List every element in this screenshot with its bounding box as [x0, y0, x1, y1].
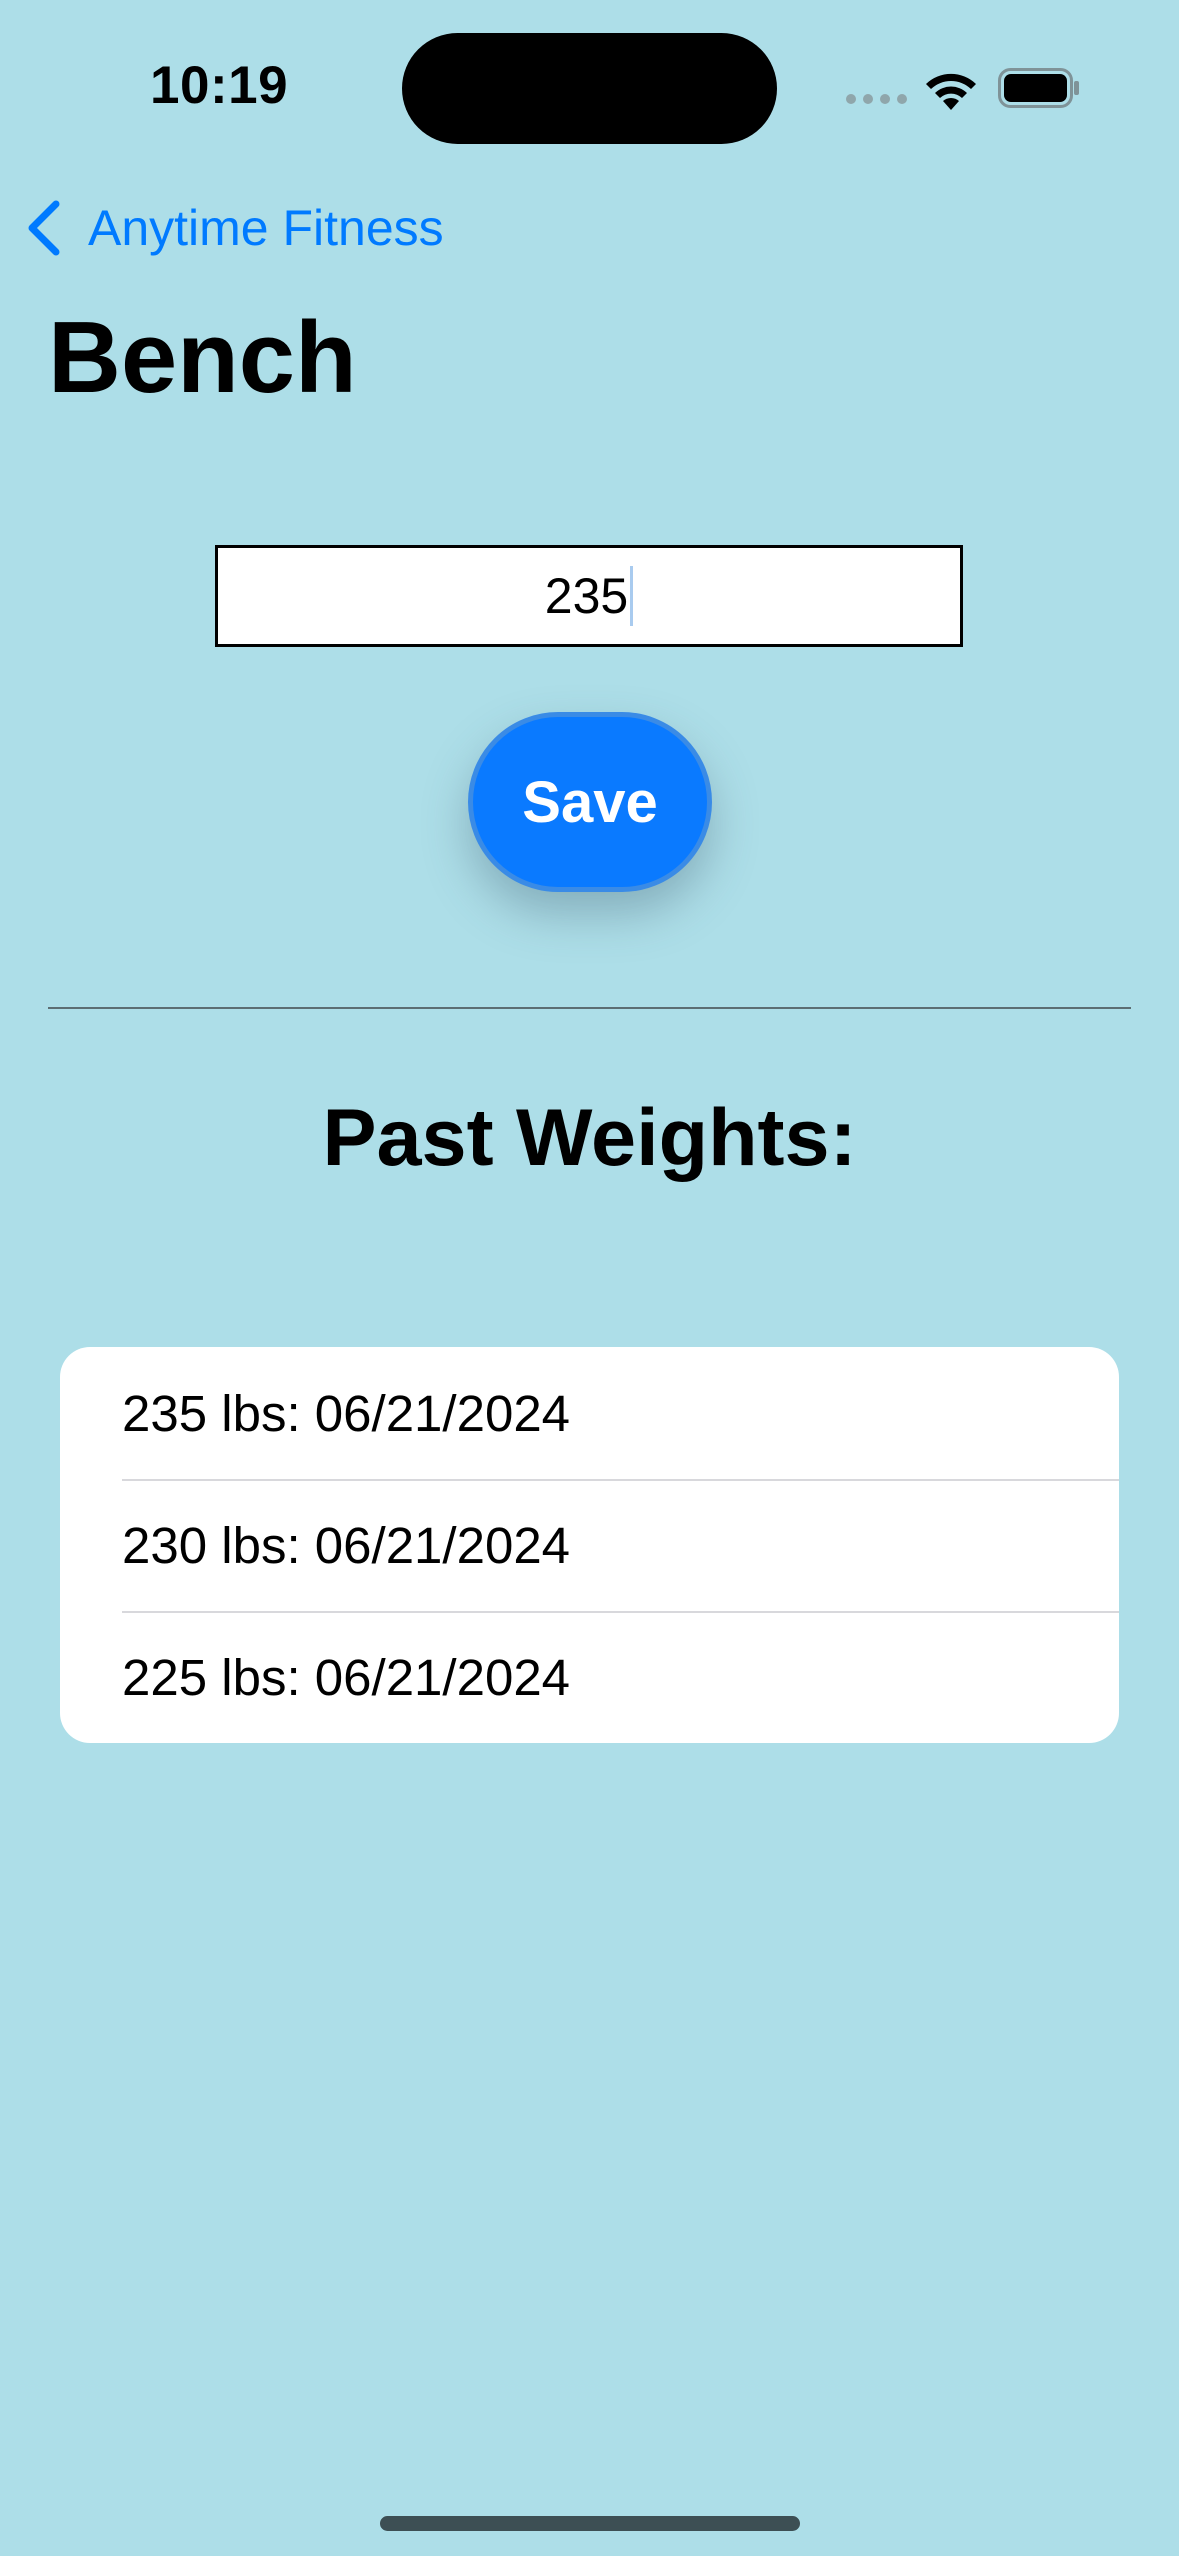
past-weights-heading: Past Weights: [322, 1093, 857, 1183]
save-button-label: Save [522, 769, 658, 835]
home-indicator[interactable] [380, 2516, 800, 2531]
list-item-label: 230 lbs: 06/21/2024 [122, 1516, 571, 1574]
list-item[interactable]: 235 lbs: 06/21/2024 [60, 1347, 1119, 1479]
cellular-dots-icon [846, 94, 907, 104]
status-bar: 10:19 [0, 0, 1179, 150]
past-weights-list: 235 lbs: 06/21/2024 230 lbs: 06/21/2024 … [60, 1347, 1119, 1743]
battery-icon [998, 68, 1079, 108]
text-caret [630, 566, 634, 626]
list-item-label: 225 lbs: 06/21/2024 [122, 1648, 571, 1706]
save-button[interactable]: Save [468, 712, 712, 892]
divider [48, 1007, 1131, 1009]
back-button[interactable]: Anytime Fitness [22, 190, 444, 266]
weight-input[interactable]: 235 [215, 545, 963, 647]
dynamic-island [402, 33, 777, 144]
chevron-left-icon [28, 200, 60, 256]
page-title: Bench [48, 302, 357, 414]
wifi-icon [926, 73, 976, 110]
list-item[interactable]: 225 lbs: 06/21/2024 [60, 1611, 1119, 1743]
back-button-label: Anytime Fitness [88, 200, 444, 256]
weight-input-value: 235 [544, 568, 629, 624]
status-time: 10:19 [150, 56, 289, 115]
list-item[interactable]: 230 lbs: 06/21/2024 [60, 1479, 1119, 1611]
list-item-label: 235 lbs: 06/21/2024 [122, 1384, 571, 1442]
